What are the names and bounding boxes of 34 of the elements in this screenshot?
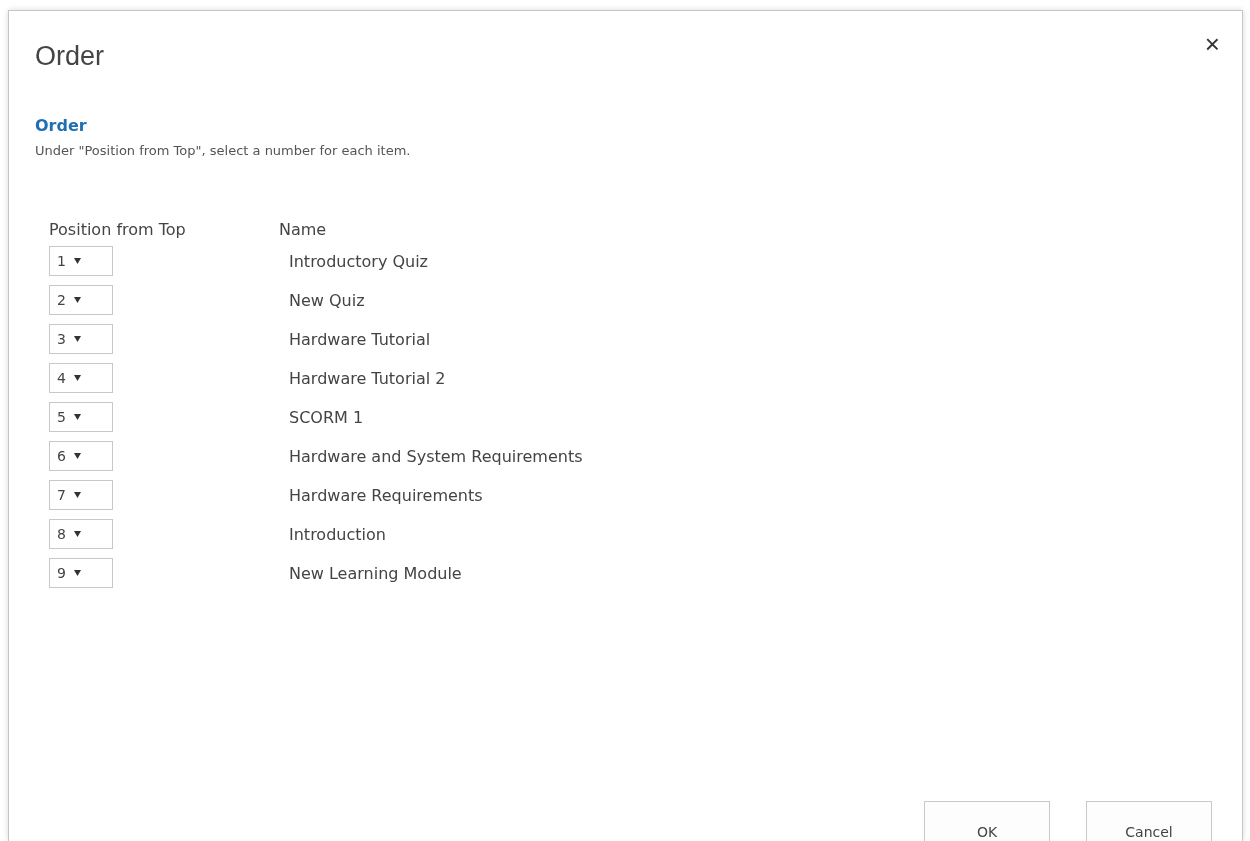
item-name: SCORM 1 <box>289 407 365 427</box>
section-heading: Order <box>35 116 88 135</box>
item-name: Hardware Tutorial <box>289 329 432 349</box>
position-dropdown[interactable]: 9 <box>49 558 113 588</box>
position-dropdown[interactable]: 1 <box>49 246 113 276</box>
dropdown-arrow-icon <box>73 297 81 303</box>
position-dropdown[interactable]: 5 <box>49 402 113 432</box>
dropdown-arrow-icon <box>73 258 81 264</box>
dropdown-arrow-icon <box>73 492 81 498</box>
position-dropdown[interactable]: 3 <box>49 324 113 354</box>
close-button[interactable]: × <box>1200 31 1224 57</box>
section-description: Under "Position from Top", select a number for each item. <box>35 143 412 158</box>
dropdown-arrow-icon <box>73 570 81 576</box>
dropdown-arrow-icon <box>73 453 81 459</box>
position-dropdown[interactable]: 2 <box>49 285 113 315</box>
position-dropdown[interactable]: 6 <box>49 441 113 471</box>
item-name: New Learning Module <box>289 563 463 583</box>
dropdown-arrow-icon <box>73 336 81 342</box>
position-dropdown[interactable]: 7 <box>49 480 113 510</box>
item-name: Introduction <box>289 524 387 544</box>
ok-button[interactable]: OK <box>924 801 1050 841</box>
item-name: Hardware Tutorial 2 <box>289 368 447 388</box>
dropdown-arrow-icon <box>73 414 81 420</box>
dropdown-arrow-icon <box>73 375 81 381</box>
position-dropdown[interactable]: 4 <box>49 363 113 393</box>
cancel-button[interactable]: Cancel <box>1086 801 1212 841</box>
item-name: Introductory Quiz <box>289 251 429 271</box>
position-dropdown[interactable]: 8 <box>49 519 113 549</box>
dialog-title: Order <box>35 41 105 72</box>
item-name: Hardware Requirements <box>289 485 484 505</box>
column-header: Name <box>279 220 328 239</box>
dropdown-arrow-icon <box>73 531 81 537</box>
item-name: New Quiz <box>289 290 366 310</box>
item-name: Hardware and System Requirements <box>289 446 584 466</box>
